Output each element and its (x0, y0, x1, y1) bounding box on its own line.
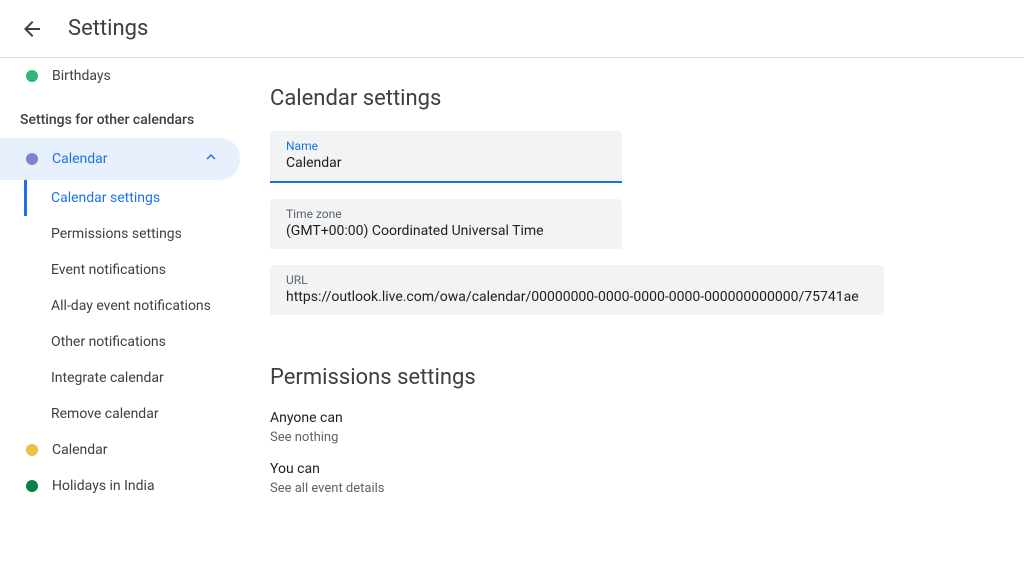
calendar-dot-icon (26, 444, 38, 456)
sidebar-subitem-permissions-settings[interactable]: Permissions settings (24, 216, 270, 252)
sidebar-subitem-calendar-settings[interactable]: Calendar settings (24, 180, 270, 216)
main-content: Calendar settings Name Calendar Time zon… (270, 58, 1024, 561)
permission-entry: Anyone can See nothing (270, 410, 1024, 445)
name-field[interactable]: Name Calendar (270, 131, 622, 183)
calendar-dot-icon (26, 480, 38, 492)
permission-who: You can (270, 461, 1024, 477)
sidebar-subitem-allday-notifications[interactable]: All-day event notifications (24, 288, 270, 324)
back-arrow-icon[interactable] (20, 17, 44, 41)
timezone-field[interactable]: Time zone (GMT+00:00) Coordinated Univer… (270, 199, 622, 249)
sidebar: Birthdays Settings for other calendars C… (0, 58, 270, 561)
url-field[interactable]: URL https://outlook.live.com/owa/calenda… (270, 265, 884, 315)
sidebar-item-label: Calendar (52, 151, 108, 167)
permission-entry: You can See all event details (270, 461, 1024, 496)
page-title: Settings (68, 16, 148, 41)
permissions-settings-title: Permissions settings (270, 365, 1024, 390)
sidebar-subitem-other-notifications[interactable]: Other notifications (24, 324, 270, 360)
sidebar-section-header: Settings for other calendars (0, 94, 270, 138)
sidebar-subitem-event-notifications[interactable]: Event notifications (24, 252, 270, 288)
calendar-dot-icon (26, 70, 38, 82)
sidebar-item-label: Birthdays (52, 68, 111, 84)
field-value: Calendar (286, 155, 606, 171)
field-value: https://outlook.live.com/owa/calendar/00… (286, 289, 868, 305)
sidebar-subitem-integrate-calendar[interactable]: Integrate calendar (24, 360, 270, 396)
chevron-up-icon (202, 148, 220, 170)
permission-what: See all event details (270, 481, 1024, 496)
sidebar-subitem-remove-calendar[interactable]: Remove calendar (24, 396, 270, 432)
permission-who: Anyone can (270, 410, 1024, 426)
calendar-settings-title: Calendar settings (270, 86, 1024, 111)
calendar-dot-icon (26, 153, 38, 165)
sidebar-item-holidays-india[interactable]: Holidays in India (0, 468, 270, 504)
field-label: Name (286, 139, 606, 153)
field-label: Time zone (286, 207, 606, 221)
field-label: URL (286, 273, 868, 287)
sidebar-item-label: Calendar (52, 442, 108, 458)
header: Settings (0, 0, 1024, 58)
sidebar-item-birthdays[interactable]: Birthdays (0, 58, 270, 94)
sidebar-item-calendar-selected[interactable]: Calendar (0, 138, 240, 180)
sidebar-item-label: Holidays in India (52, 478, 155, 494)
field-value: (GMT+00:00) Coordinated Universal Time (286, 223, 606, 239)
permission-what: See nothing (270, 430, 1024, 445)
sidebar-item-calendar-yellow[interactable]: Calendar (0, 432, 270, 468)
